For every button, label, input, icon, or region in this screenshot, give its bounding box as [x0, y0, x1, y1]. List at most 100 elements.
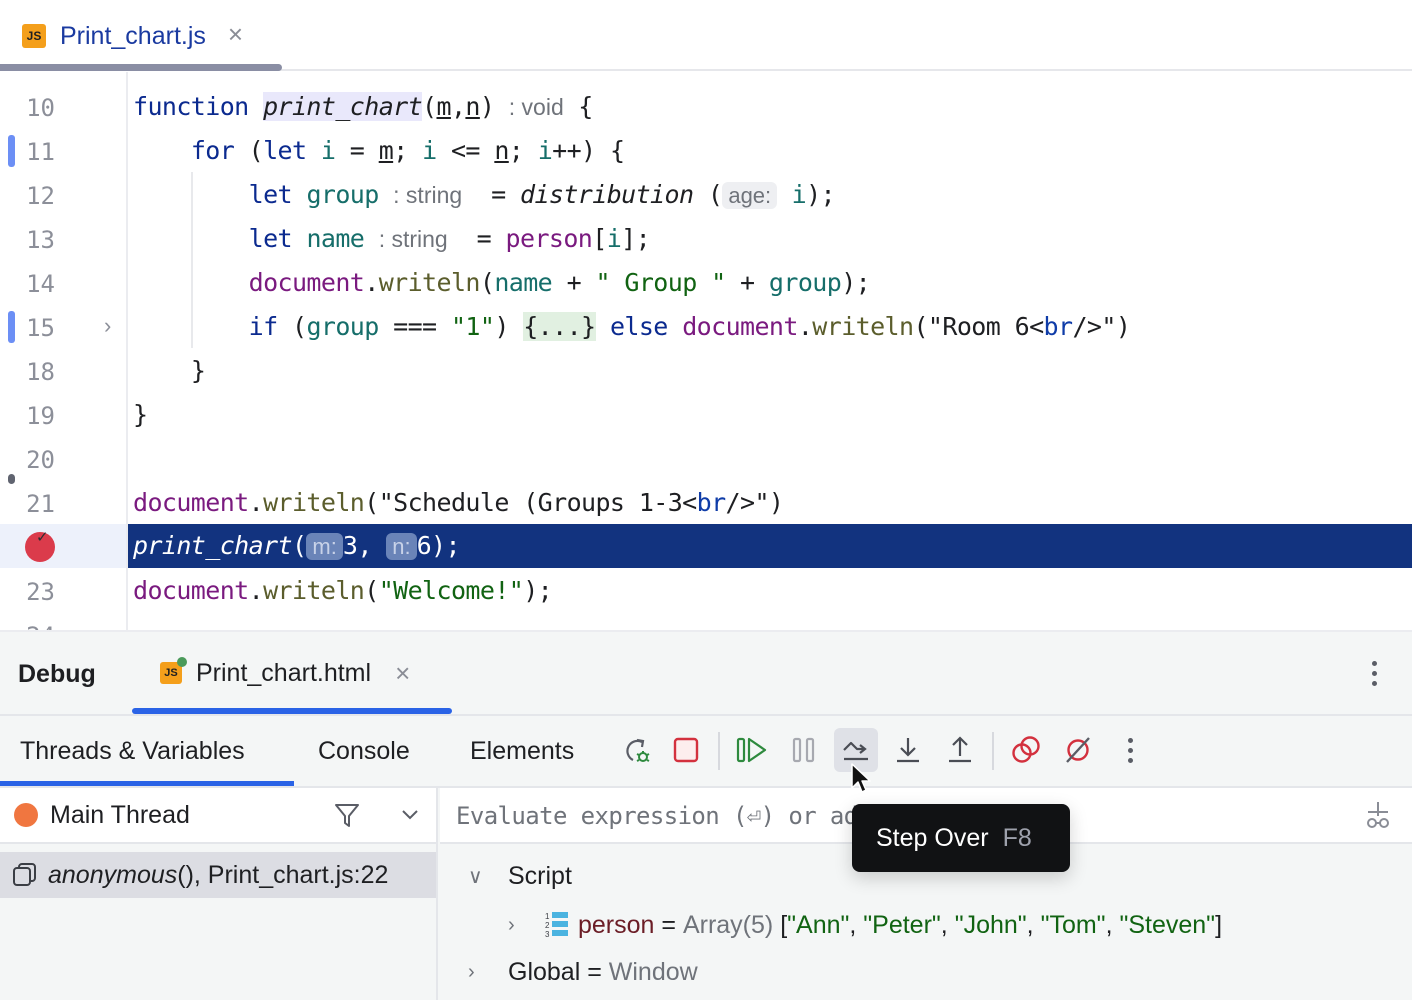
- chevron-right-icon[interactable]: ›: [468, 961, 498, 984]
- run-tab-print-chart-html[interactable]: JS Print_chart.html ×: [132, 632, 452, 714]
- var-group: group: [768, 268, 842, 297]
- mouse-pointer-icon: [851, 763, 871, 793]
- tab-console[interactable]: Console: [318, 716, 410, 786]
- resume-button[interactable]: [730, 728, 774, 772]
- chevron-down-icon[interactable]: ∨: [468, 864, 498, 889]
- code-line: 10 function print_chart(m,n) : void {: [0, 85, 1412, 129]
- editor-tab-label: Print_chart.js: [60, 21, 206, 50]
- stop-icon: [673, 737, 699, 763]
- more-options-icon[interactable]: [1359, 658, 1389, 688]
- threads-panel: Main Thread anonymous(), Print_chart.js:…: [0, 788, 438, 1000]
- chevron-right-icon[interactable]: ›: [508, 914, 538, 937]
- brace: }: [133, 400, 148, 429]
- var-i: i: [791, 180, 807, 209]
- equals: =: [654, 910, 683, 939]
- separator: ,: [1026, 910, 1041, 939]
- mute-breakpoints-icon: [1066, 737, 1090, 763]
- code-line-execution-point: ✓ print_chart(m: 3, n: 6);: [0, 524, 1412, 568]
- bracket: [: [780, 910, 788, 939]
- tree-node-person[interactable]: › 123 person = Array(5) ["Ann", "Peter",…: [508, 910, 1222, 940]
- running-indicator-icon: [177, 657, 187, 667]
- active-tab-indicator: [0, 64, 282, 71]
- rerun-debug-button[interactable]: [614, 728, 658, 772]
- step-into-icon: [897, 738, 919, 763]
- keyword: if: [248, 312, 279, 341]
- scope-label: Script: [508, 862, 572, 890]
- brace: {: [578, 92, 593, 121]
- param-n: n: [465, 92, 480, 121]
- string-literal: />": [1072, 312, 1116, 341]
- js-icon-text: JS: [164, 667, 178, 679]
- step-into-button[interactable]: [886, 728, 930, 772]
- step-out-icon: [949, 736, 971, 763]
- equals: =: [580, 958, 609, 986]
- tab-threads-variables[interactable]: Threads & Variables: [0, 716, 294, 786]
- line-number: 12: [26, 182, 55, 210]
- editor-tab-print-chart-js[interactable]: JS Print_chart.js ×: [0, 0, 282, 72]
- chevron-down-icon[interactable]: [398, 802, 422, 831]
- close-run-tab-icon[interactable]: ×: [395, 660, 410, 686]
- svg-text:2: 2: [545, 921, 550, 930]
- debug-title: Debug: [18, 660, 96, 688]
- separator: ,: [940, 910, 955, 939]
- code-line: 18 }: [0, 349, 1412, 393]
- current-line-gutter: [0, 524, 126, 568]
- global-document: document: [248, 268, 365, 297]
- array-item: "Peter": [863, 910, 941, 939]
- tree-node-global[interactable]: › Global = Window: [468, 958, 698, 987]
- param-n: n: [494, 136, 509, 165]
- run-tab-label: Print_chart.html: [196, 658, 372, 687]
- tree-node-script[interactable]: ∨ Script: [468, 862, 572, 891]
- frame-function: anonymous: [48, 860, 178, 889]
- code-line: 12 let group : string = distribution (ag…: [0, 173, 1412, 217]
- keyword: let: [248, 224, 293, 253]
- tooltip-label: Step Over: [876, 823, 989, 852]
- param-hint: age:: [722, 182, 778, 209]
- pause-button[interactable]: [782, 728, 826, 772]
- toolbar-more-icon[interactable]: [1115, 735, 1145, 765]
- code-line: 23 document.writeln("Welcome!");: [0, 569, 1412, 613]
- var-group: group: [306, 312, 379, 341]
- var-name: name: [306, 224, 365, 253]
- folded-block[interactable]: {...}: [523, 312, 596, 341]
- step-out-button[interactable]: [938, 728, 982, 772]
- var-i: i: [537, 136, 553, 165]
- code-editor[interactable]: 10 function print_chart(m,n) : void { 11…: [0, 72, 1412, 630]
- tab-label: Threads & Variables: [20, 736, 245, 765]
- close-tab-icon[interactable]: ×: [228, 21, 243, 47]
- array-item: "Ann": [787, 910, 850, 939]
- step-over-tooltip: Step Over F8: [852, 804, 1070, 872]
- view-breakpoints-button[interactable]: [1004, 728, 1048, 772]
- scope-value: Window: [608, 958, 698, 986]
- var-group: group: [306, 180, 379, 209]
- string-literal: "1": [450, 312, 495, 341]
- method: writeln: [812, 312, 914, 341]
- function-call: print_chart: [133, 531, 293, 560]
- array-icon: 123: [545, 912, 568, 939]
- view-breakpoints-icon: [1012, 736, 1040, 763]
- mute-breakpoints-button[interactable]: [1056, 728, 1100, 772]
- keyword: let: [248, 180, 293, 209]
- stop-button[interactable]: [664, 728, 708, 772]
- global-person: person: [505, 224, 593, 253]
- fold-expand-icon[interactable]: ›: [104, 313, 111, 339]
- arg-value: 3: [342, 531, 358, 560]
- debug-tool-window: Debug JS Print_chart.html × Threads & Va…: [0, 630, 1412, 1000]
- global-document: document: [133, 488, 249, 517]
- toolbar-separator: [992, 732, 994, 770]
- line-number: 23: [26, 578, 55, 606]
- stack-frame[interactable]: anonymous(), Print_chart.js:22: [0, 852, 436, 898]
- tab-label: Console: [318, 736, 410, 765]
- line-number: 11: [26, 138, 55, 166]
- frame-location: (), Print_chart.js:22: [177, 860, 389, 889]
- tab-elements[interactable]: Elements: [470, 716, 574, 786]
- keyword: function: [133, 92, 249, 121]
- resume-icon: [736, 737, 767, 763]
- add-watch-icon[interactable]: [1362, 800, 1394, 837]
- function-name[interactable]: print_chart: [263, 92, 423, 121]
- debug-header: Debug JS Print_chart.html ×: [0, 632, 1412, 714]
- arg-value: 6: [416, 531, 432, 560]
- variable-name: person: [578, 910, 655, 939]
- filter-icon[interactable]: [332, 800, 362, 835]
- thread-selector[interactable]: Main Thread: [0, 788, 436, 844]
